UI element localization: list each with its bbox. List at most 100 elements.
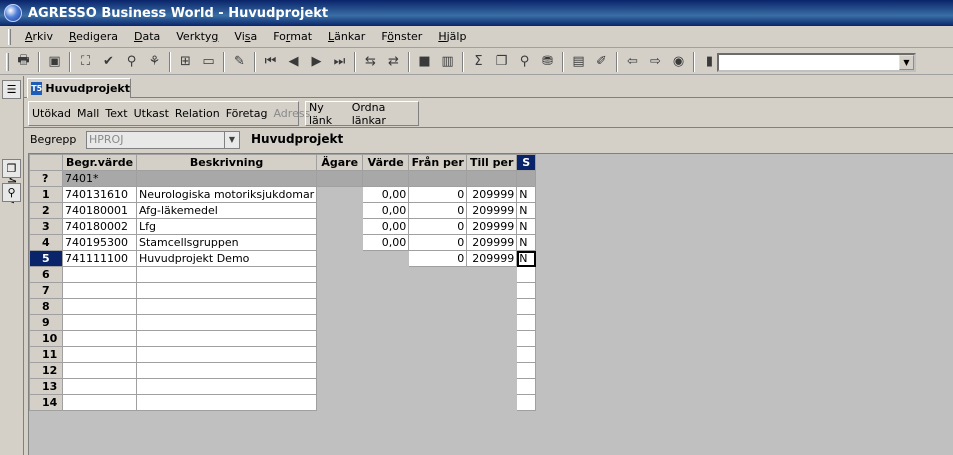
last-record-icon[interactable]: ⏭ bbox=[328, 51, 351, 73]
table-row-empty[interactable]: 10 bbox=[29, 330, 537, 347]
cell-beskr[interactable]: Neurologiska motoriksjukdomar bbox=[135, 186, 318, 203]
cell-s[interactable] bbox=[516, 346, 537, 363]
menu-item[interactable]: Länkar bbox=[320, 30, 373, 43]
column-header[interactable]: Ägare bbox=[316, 154, 364, 171]
row-number[interactable]: 1 bbox=[29, 186, 63, 203]
cell-s[interactable]: N bbox=[516, 250, 537, 267]
menu-item[interactable]: Hjälp bbox=[430, 30, 474, 43]
cell-s[interactable]: N bbox=[516, 234, 537, 251]
cell-till[interactable]: 209999 bbox=[466, 250, 518, 267]
previous-record-icon[interactable]: ◀ bbox=[282, 51, 305, 73]
cell-begr[interactable]: 740180001 bbox=[62, 202, 137, 219]
column-header[interactable]: Till per bbox=[466, 154, 518, 171]
first-record-icon[interactable]: ⏮ bbox=[259, 51, 282, 73]
filter-cell[interactable] bbox=[316, 170, 364, 187]
row-number[interactable]: 2 bbox=[29, 202, 63, 219]
cell-begr[interactable] bbox=[62, 378, 137, 395]
subtoolbar-button[interactable]: Ny länk bbox=[306, 101, 349, 127]
row-number[interactable]: 12 bbox=[29, 362, 63, 379]
cell-till[interactable]: 209999 bbox=[466, 234, 518, 251]
tree-icon[interactable]: ⚘ bbox=[143, 51, 166, 73]
cell-fran[interactable]: 0 bbox=[408, 250, 468, 267]
save-icon[interactable]: ▣ bbox=[43, 51, 66, 73]
cell-varde[interactable] bbox=[362, 250, 410, 267]
table-row-empty[interactable]: 11 bbox=[29, 346, 537, 363]
cell-beskr[interactable] bbox=[135, 394, 318, 411]
column-header[interactable]: Beskrivning bbox=[135, 154, 318, 171]
cell-begr[interactable] bbox=[62, 346, 137, 363]
cell-begr[interactable]: 741111100 bbox=[62, 250, 137, 267]
row-number[interactable]: 9 bbox=[29, 314, 63, 331]
cell-beskr[interactable] bbox=[135, 346, 318, 363]
row-number[interactable]: 8 bbox=[29, 298, 63, 315]
crayons-icon[interactable]: ✐ bbox=[590, 51, 613, 73]
cell-beskr[interactable]: Afg-läkemedel bbox=[135, 202, 318, 219]
zoom-icon[interactable]: ⚲ bbox=[120, 51, 143, 73]
menu-item[interactable]: Visa bbox=[226, 30, 265, 43]
cell-begr[interactable]: 740131610 bbox=[62, 186, 137, 203]
filter-cell-begr[interactable]: 7401* bbox=[62, 170, 137, 187]
cell-till[interactable]: 209999 bbox=[466, 202, 518, 219]
cell-varde[interactable]: 0,00 bbox=[362, 186, 410, 203]
filter-row[interactable]: ? 7401* bbox=[29, 170, 537, 187]
cell-beskr[interactable] bbox=[135, 298, 318, 315]
cell-s[interactable] bbox=[516, 378, 537, 395]
table-row[interactable]: 4 740195300 Stamcellsgruppen 0,00 0 209999 N bbox=[29, 234, 537, 251]
copy-icon[interactable]: ❐ bbox=[490, 51, 513, 73]
delete-row-icon[interactable]: ▭ bbox=[197, 51, 220, 73]
cell-varde[interactable]: 0,00 bbox=[362, 202, 410, 219]
cell-beskr[interactable]: Huvudprojekt Demo bbox=[135, 250, 318, 267]
subtoolbar-button[interactable]: Ordna länkar bbox=[349, 101, 418, 127]
cell-begr[interactable] bbox=[62, 282, 137, 299]
table-row-empty[interactable]: 14 bbox=[29, 394, 537, 411]
table-row-empty[interactable]: 6 bbox=[29, 266, 537, 283]
chevron-down-icon[interactable]: ▼ bbox=[899, 55, 914, 70]
cell-s[interactable] bbox=[516, 330, 537, 347]
stop-icon[interactable]: ■ bbox=[413, 51, 436, 73]
table-row-empty[interactable]: 8 bbox=[29, 298, 537, 315]
subtoolbar-button[interactable]: Företag bbox=[223, 107, 271, 120]
menu-item[interactable]: Format bbox=[265, 30, 320, 43]
cell-fran[interactable]: 0 bbox=[408, 218, 468, 235]
merge-icon[interactable]: ⇄ bbox=[382, 51, 405, 73]
table-row[interactable]: 1 740131610 Neurologiska motoriksjukdomar 0… bbox=[29, 186, 537, 203]
menu-item[interactable]: Data bbox=[126, 30, 168, 43]
cell-s[interactable] bbox=[516, 314, 537, 331]
cell-till[interactable]: 209999 bbox=[466, 186, 518, 203]
cell-beskr[interactable] bbox=[135, 314, 318, 331]
row-number[interactable]: 14 bbox=[29, 394, 63, 411]
subtoolbar-button[interactable]: Utkast bbox=[131, 107, 172, 120]
binoculars-icon[interactable]: ⛶ bbox=[74, 51, 97, 73]
table-row[interactable]: 2 740180001 Afg-läkemedel 0,00 0 209999 N bbox=[29, 202, 537, 219]
filter-cell[interactable] bbox=[516, 170, 537, 187]
filter-cell[interactable] bbox=[362, 170, 410, 187]
filter-icon[interactable]: ⛃ bbox=[536, 51, 559, 73]
split-icon[interactable]: ⇆ bbox=[359, 51, 382, 73]
documents-icon[interactable]: ❐ bbox=[2, 159, 21, 178]
row-number[interactable]: 4 bbox=[29, 234, 63, 251]
cell-varde[interactable]: 0,00 bbox=[362, 234, 410, 251]
back-icon[interactable]: ⇦ bbox=[621, 51, 644, 73]
table-row-empty[interactable]: 12 bbox=[29, 362, 537, 379]
menu-item[interactable]: Arkiv bbox=[17, 30, 61, 43]
row-number[interactable]: 6 bbox=[29, 266, 63, 283]
chevron-down-icon[interactable]: ▼ bbox=[224, 132, 239, 148]
cell-s[interactable] bbox=[516, 298, 537, 315]
cell-till[interactable]: 209999 bbox=[466, 218, 518, 235]
toolbar-combo[interactable]: ▼ bbox=[717, 53, 916, 72]
forward-icon[interactable]: ⇨ bbox=[644, 51, 667, 73]
check-icon[interactable]: ✔ bbox=[97, 51, 120, 73]
column-header[interactable]: Värde bbox=[362, 154, 410, 171]
cell-beskr[interactable] bbox=[135, 330, 318, 347]
cell-begr[interactable] bbox=[62, 330, 137, 347]
subtoolbar-button[interactable]: Utökad bbox=[29, 107, 74, 120]
cell-begr[interactable]: 740195300 bbox=[62, 234, 137, 251]
menu-item[interactable]: Fönster bbox=[373, 30, 430, 43]
table-row[interactable]: 5 741111100 Huvudprojekt Demo 0 209999 N bbox=[29, 250, 537, 267]
cell-s[interactable]: N bbox=[516, 218, 537, 235]
cell-beskr[interactable] bbox=[135, 282, 318, 299]
row-number[interactable]: 5 bbox=[29, 250, 63, 267]
cell-s[interactable]: N bbox=[516, 186, 537, 203]
row-number[interactable]: 13 bbox=[29, 378, 63, 395]
table-row[interactable]: 3 740180002 Lfg 0,00 0 209999 N bbox=[29, 218, 537, 235]
